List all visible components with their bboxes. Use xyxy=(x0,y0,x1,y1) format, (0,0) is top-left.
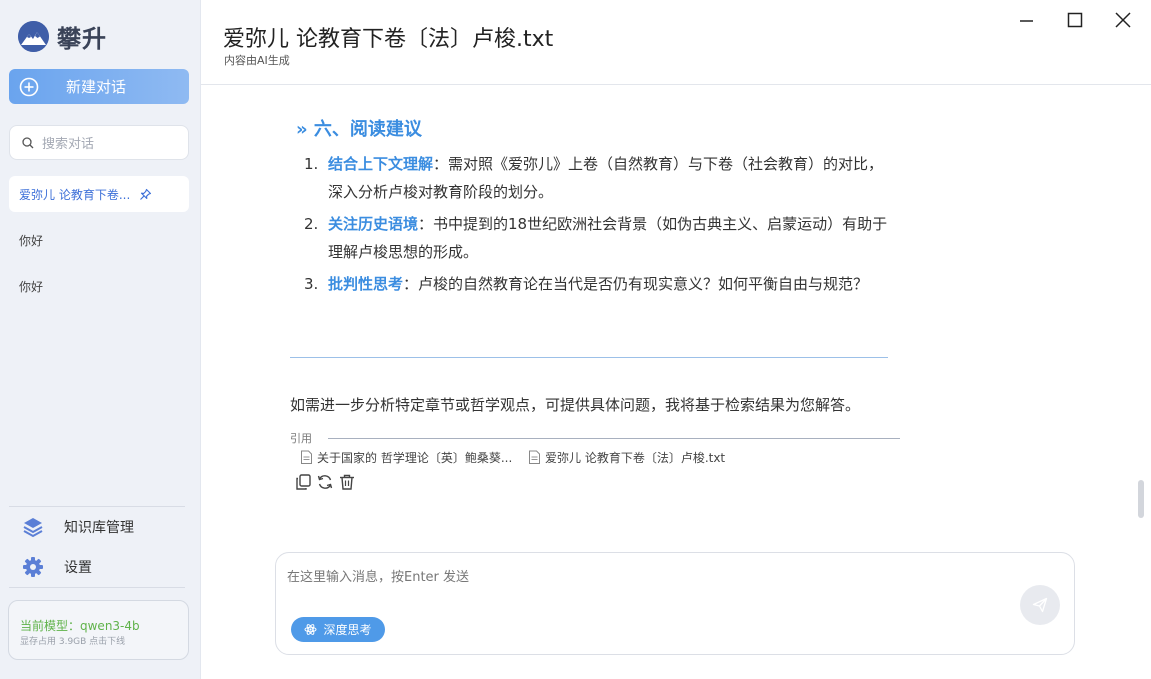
list-number: 1. xyxy=(304,155,319,173)
pin-icon[interactable] xyxy=(139,188,152,201)
citation-title: 关于国家的 哲学理论〔英〕鲍桑葵... xyxy=(317,451,513,465)
page-title: 爱弥儿 论教育下卷〔法〕卢梭.txt xyxy=(223,27,554,52)
knowledge-base-label: 知识库管理 xyxy=(64,520,134,536)
layers-icon xyxy=(23,518,43,538)
closing-paragraph: 如需进一步分析特定章节或哲学观点，可提供具体问题，我将基于检索结果为您解答。 xyxy=(290,396,861,414)
list-item-highlight: 关注历史语境 xyxy=(328,215,419,233)
document-icon xyxy=(529,450,540,464)
list-item: 3. 批判性思考：卢梭的自然教育论在当代是否仍有现实意义？如何平衡自由与规范？ xyxy=(304,270,894,298)
document-icon xyxy=(301,450,312,464)
search-icon xyxy=(22,136,34,148)
list-item-highlight: 结合上下文理解 xyxy=(328,155,434,173)
search-placeholder: 搜索对话 xyxy=(42,137,95,152)
conversation-item[interactable]: 你好 xyxy=(19,232,43,249)
settings-label: 设置 xyxy=(64,560,92,576)
main-panel: 爱弥儿 论教育下卷〔法〕卢梭.txt 内容由AI生成 » 六、阅读建议 1. 结… xyxy=(201,0,1151,679)
list-number: 3. xyxy=(304,275,319,293)
atom-icon xyxy=(304,624,317,635)
gear-icon xyxy=(23,557,43,577)
citation-item[interactable]: 爱弥儿 论教育下卷〔法〕卢梭.txt xyxy=(528,449,725,466)
content-divider xyxy=(290,357,888,358)
current-model-card[interactable]: 当前模型：qwen3-4b 显存占用 3.9GB 点击下线 xyxy=(8,600,189,660)
sidebar-divider xyxy=(9,587,185,588)
send-button[interactable] xyxy=(1020,585,1060,625)
app-name: 攀升 xyxy=(57,25,107,53)
citation-title: 爱弥儿 论教育下卷〔法〕卢梭.txt xyxy=(545,451,726,465)
list-item: 2. 关注历史语境：书中提到的18世纪欧洲社会背景（如伪古典主义、启蒙运动）有助… xyxy=(304,210,894,266)
deep-think-label: 深度思考 xyxy=(323,623,372,637)
settings-menu-item[interactable]: 设置 xyxy=(22,556,92,578)
header-divider xyxy=(201,84,1151,85)
conversation-title: 爱弥儿 论教育下卷... xyxy=(19,187,131,202)
deep-think-toggle[interactable]: 深度思考 xyxy=(291,617,385,642)
list-item-text: ：卢梭的自然教育论在当代是否仍有现实意义？如何平衡自由与规范？ xyxy=(403,275,869,293)
app-logo: 攀升 xyxy=(18,19,107,54)
mountain-logo-icon xyxy=(18,21,49,52)
section-heading-text: 六、阅读建议 xyxy=(313,119,422,140)
memory-usage-label: 显存占用 3.9GB 点击下线 xyxy=(20,637,126,647)
copy-icon[interactable] xyxy=(294,473,312,491)
add-circle-icon xyxy=(19,77,39,96)
sidebar: 攀升 新建对话 搜索对话 爱弥儿 论教育下卷... 你好 你好 知识库管理 设置… xyxy=(0,0,201,679)
conversation-item[interactable]: 你好 xyxy=(19,278,43,295)
new-chat-button[interactable]: 新建对话 xyxy=(9,69,189,104)
send-icon xyxy=(1032,597,1048,613)
maximize-icon[interactable] xyxy=(1065,10,1085,30)
section-heading: » 六、阅读建议 xyxy=(296,115,422,141)
app-window: 攀升 新建对话 搜索对话 爱弥儿 论教育下卷... 你好 你好 知识库管理 设置… xyxy=(0,0,1151,679)
message-input-placeholder: 在这里输入消息，按Enter 发送 xyxy=(287,570,470,585)
search-conversations-input[interactable]: 搜索对话 xyxy=(9,125,189,160)
message-input[interactable]: 在这里输入消息，按Enter 发送 深度思考 xyxy=(275,552,1075,655)
close-icon[interactable] xyxy=(1113,10,1133,30)
scrollbar-thumb[interactable] xyxy=(1138,480,1144,518)
list-item-highlight: 批判性思考 xyxy=(328,275,404,293)
list-item: 1. 结合上下文理解：需对照《爱弥儿》上卷（自然教育）与下卷（社会教育）的对比，… xyxy=(304,150,894,206)
citations-divider xyxy=(328,438,900,439)
citations-label: 引用 xyxy=(290,432,312,445)
delete-icon[interactable] xyxy=(338,473,356,491)
citation-item[interactable]: 关于国家的 哲学理论〔英〕鲍桑葵... xyxy=(300,449,512,466)
conversation-item-active[interactable]: 爱弥儿 论教育下卷... xyxy=(9,176,189,212)
list-number: 2. xyxy=(304,215,319,233)
knowledge-base-menu-item[interactable]: 知识库管理 xyxy=(22,516,134,538)
new-chat-label: 新建对话 xyxy=(66,78,127,96)
section-marker: » xyxy=(296,119,308,140)
regenerate-icon[interactable] xyxy=(316,473,334,491)
current-model-label: 当前模型：qwen3-4b xyxy=(20,619,140,633)
minimize-icon[interactable] xyxy=(1017,10,1037,30)
page-subtitle: 内容由AI生成 xyxy=(224,54,290,67)
sidebar-divider xyxy=(9,506,185,507)
